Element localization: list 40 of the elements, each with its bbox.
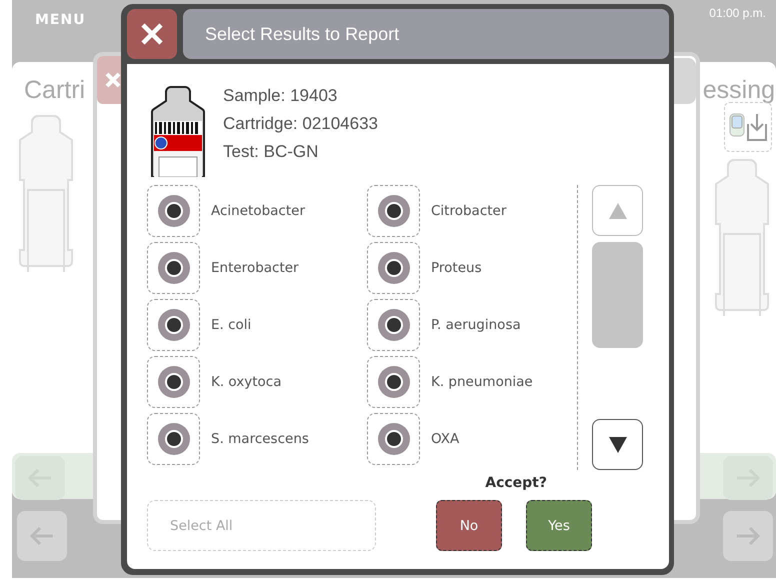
clock-time: 01:00 p.m.: [709, 6, 767, 21]
cartridge-number: Cartridge: 02104633: [223, 113, 378, 135]
scrollbar-thumb[interactable]: [592, 242, 643, 348]
radio-button[interactable]: [147, 413, 200, 465]
radio-button[interactable]: [367, 185, 420, 237]
up-triangle-icon: [608, 202, 628, 220]
scroll-down-button[interactable]: [592, 419, 643, 470]
accept-label: Accept?: [485, 475, 547, 491]
result-label: K. pneumoniae: [431, 374, 533, 390]
dialog-title: Select Results to Report: [183, 9, 669, 59]
result-label: S. marcescens: [211, 431, 309, 447]
radio-button[interactable]: [367, 299, 420, 351]
download-button[interactable]: [724, 102, 772, 152]
close-icon: [104, 71, 122, 89]
test-name: Test: BC-GN: [223, 141, 320, 163]
close-button[interactable]: [127, 9, 177, 59]
close-icon: [140, 22, 164, 46]
yes-button[interactable]: Yes: [526, 500, 592, 551]
result-label: P. aeruginosa: [431, 317, 521, 333]
page-title: Cartri: [24, 76, 86, 106]
result-label: E. coli: [211, 317, 252, 333]
result-label: Acinetobacter: [211, 203, 305, 219]
sample-number: Sample: 19403: [223, 85, 338, 107]
radio-button[interactable]: [147, 299, 200, 351]
radio-button[interactable]: [367, 413, 420, 465]
result-label: Enterobacter: [211, 260, 299, 276]
radio-button[interactable]: [147, 356, 200, 408]
result-label: Citrobacter: [431, 203, 506, 219]
radio-button[interactable]: [367, 356, 420, 408]
result-label: K. oxytoca: [211, 374, 282, 390]
cartridge-outline-icon: [712, 156, 772, 316]
radio-button[interactable]: [367, 242, 420, 294]
cartridge-outline-icon: [16, 112, 76, 272]
radio-button[interactable]: [147, 242, 200, 294]
result-label: OXA: [431, 431, 460, 447]
page-title: essing: [702, 76, 775, 106]
no-button[interactable]: No: [436, 500, 502, 551]
radio-button[interactable]: [147, 185, 200, 237]
down-triangle-icon: [608, 436, 628, 454]
result-label: Proteus: [431, 260, 482, 276]
